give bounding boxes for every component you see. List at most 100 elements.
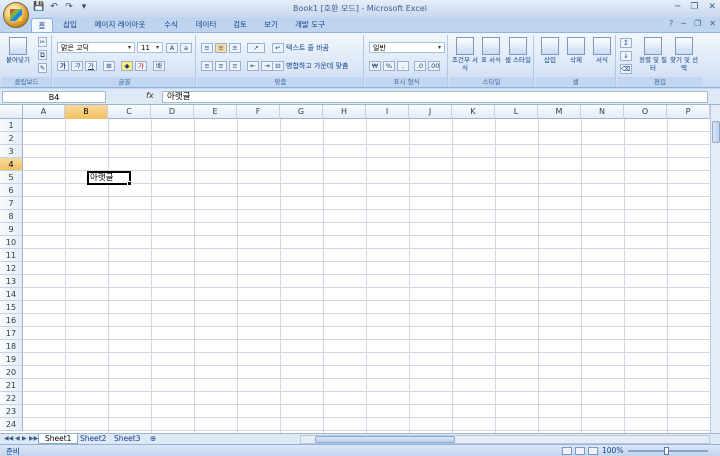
wb-restore-icon[interactable]: ❐: [694, 19, 701, 28]
row-header-15[interactable]: 15: [0, 301, 23, 314]
column-header-d[interactable]: D: [151, 105, 194, 119]
italic-icon[interactable]: 가: [71, 60, 83, 71]
column-header-j[interactable]: J: [409, 105, 452, 119]
row-header-3[interactable]: 3: [0, 145, 23, 158]
grow-font-icon[interactable]: A: [166, 42, 178, 53]
fill-color-icon[interactable]: ◆: [121, 60, 133, 71]
format-cells-button[interactable]: 서식: [590, 37, 614, 64]
zoom-slider[interactable]: [628, 447, 708, 455]
align-top-icon[interactable]: ≡: [201, 42, 213, 53]
row-header-17[interactable]: 17: [0, 327, 23, 340]
first-sheet-icon[interactable]: ◀◀: [4, 435, 13, 442]
restore-icon[interactable]: ❐: [690, 2, 698, 12]
underline-icon[interactable]: 가: [85, 60, 97, 71]
name-box[interactable]: B4: [2, 91, 106, 103]
select-all-corner[interactable]: [0, 105, 23, 119]
row-header-16[interactable]: 16: [0, 314, 23, 327]
phonetic-icon[interactable]: 배: [153, 60, 165, 71]
vertical-scroll-thumb[interactable]: [712, 121, 720, 143]
column-header-n[interactable]: N: [581, 105, 624, 119]
prev-sheet-icon[interactable]: ◀: [15, 435, 20, 442]
fill-button[interactable]: ↓: [620, 50, 634, 61]
orientation-icon[interactable]: ↗: [247, 42, 265, 53]
tab-home[interactable]: 홈: [31, 18, 53, 32]
office-button[interactable]: [3, 2, 29, 28]
merge-center-button[interactable]: ⊟ 병합하고 가운데 맞춤: [272, 60, 348, 71]
column-header-o[interactable]: O: [624, 105, 667, 119]
currency-icon[interactable]: ₩: [369, 60, 381, 71]
help-icon[interactable]: ?: [669, 19, 673, 28]
row-header-24[interactable]: 24: [0, 418, 23, 431]
column-header-b[interactable]: B: [65, 105, 108, 119]
minimize-icon[interactable]: ─: [675, 2, 680, 12]
row-header-19[interactable]: 19: [0, 353, 23, 366]
row-header-11[interactable]: 11: [0, 249, 23, 262]
insert-sheet-button[interactable]: ⊕: [144, 434, 162, 444]
row-header-9[interactable]: 9: [0, 223, 23, 236]
column-header-c[interactable]: C: [108, 105, 151, 119]
conditional-format-button[interactable]: 조건부 서식: [452, 37, 478, 72]
column-header-l[interactable]: L: [495, 105, 538, 119]
cells-area[interactable]: 아랫글: [23, 119, 711, 433]
align-right-icon[interactable]: ≡: [229, 60, 241, 71]
vertical-scrollbar[interactable]: [710, 105, 720, 433]
active-cell[interactable]: 아랫글: [87, 171, 132, 186]
normal-view-icon[interactable]: [562, 447, 572, 455]
row-header-8[interactable]: 8: [0, 210, 23, 223]
align-left-icon[interactable]: ≡: [201, 60, 213, 71]
horizontal-scroll-thumb[interactable]: [315, 436, 455, 443]
last-sheet-icon[interactable]: ▶▶: [29, 435, 38, 442]
row-header-4[interactable]: 4: [0, 158, 23, 171]
paste-button[interactable]: 붙여넣기: [5, 37, 31, 64]
format-painter-button[interactable]: ✎: [38, 62, 49, 73]
tab-data[interactable]: 데이터: [191, 18, 221, 32]
sheet-tab-1[interactable]: Sheet1: [38, 434, 79, 444]
align-center-icon[interactable]: ≡: [215, 60, 227, 71]
row-header-5[interactable]: 5: [0, 171, 23, 184]
column-header-p[interactable]: P: [667, 105, 710, 119]
clear-button[interactable]: ⌫: [620, 63, 634, 74]
fill-handle[interactable]: [127, 181, 132, 186]
tab-review[interactable]: 검토: [228, 18, 252, 32]
row-header-12[interactable]: 12: [0, 262, 23, 275]
tab-insert[interactable]: 삽입: [58, 18, 82, 32]
row-header-18[interactable]: 18: [0, 340, 23, 353]
column-header-h[interactable]: H: [323, 105, 366, 119]
comma-icon[interactable]: ,: [397, 60, 409, 71]
align-middle-icon[interactable]: ≡: [215, 42, 227, 53]
column-header-a[interactable]: A: [23, 105, 65, 119]
close-icon[interactable]: ✕: [708, 2, 716, 12]
tab-formulas[interactable]: 수식: [158, 18, 184, 32]
column-header-m[interactable]: M: [538, 105, 581, 119]
row-header-2[interactable]: 2: [0, 132, 23, 145]
row-header-6[interactable]: 6: [0, 184, 23, 197]
find-select-button[interactable]: 찾기 및 선택: [668, 37, 700, 72]
row-header-20[interactable]: 20: [0, 366, 23, 379]
wrap-text-button[interactable]: ↵ 텍스트 줄 바꿈: [272, 42, 329, 53]
fx-icon[interactable]: fx: [146, 91, 154, 100]
wb-minimize-icon[interactable]: ─: [681, 19, 686, 28]
font-color-icon[interactable]: 가: [135, 60, 147, 71]
column-header-g[interactable]: G: [280, 105, 323, 119]
font-name-combo[interactable]: 맑은 고딕 ▾: [57, 42, 135, 53]
sheet-tab-2[interactable]: Sheet2: [74, 434, 112, 444]
decrease-indent-icon[interactable]: ⇤: [247, 60, 259, 71]
horizontal-scrollbar[interactable]: [300, 435, 710, 444]
worksheet-grid[interactable]: ABCDEFGHIJKLMNOP 1 2 3 4 5 6 7 8 9 10 11 12 13 14 15 16…: [0, 105, 720, 433]
zoom-slider-knob[interactable]: [664, 447, 669, 455]
cut-button[interactable]: ✂: [38, 36, 49, 47]
row-header-7[interactable]: 7: [0, 197, 23, 210]
format-table-button[interactable]: 표 서식: [479, 37, 503, 64]
row-header-23[interactable]: 23: [0, 405, 23, 418]
tab-page-layout[interactable]: 페이지 레이아웃: [88, 18, 152, 32]
row-header-22[interactable]: 22: [0, 392, 23, 405]
number-format-combo[interactable]: 일반 ▾: [369, 42, 445, 53]
tab-view[interactable]: 보기: [259, 18, 283, 32]
row-header-10[interactable]: 10: [0, 236, 23, 249]
percent-icon[interactable]: %: [383, 60, 395, 71]
row-header-14[interactable]: 14: [0, 288, 23, 301]
sheet-tab-3[interactable]: Sheet3: [108, 434, 146, 444]
sort-filter-button[interactable]: 정렬 및 필터: [638, 37, 668, 72]
insert-cells-button[interactable]: 삽입: [538, 37, 562, 64]
next-sheet-icon[interactable]: ▶: [22, 435, 27, 442]
